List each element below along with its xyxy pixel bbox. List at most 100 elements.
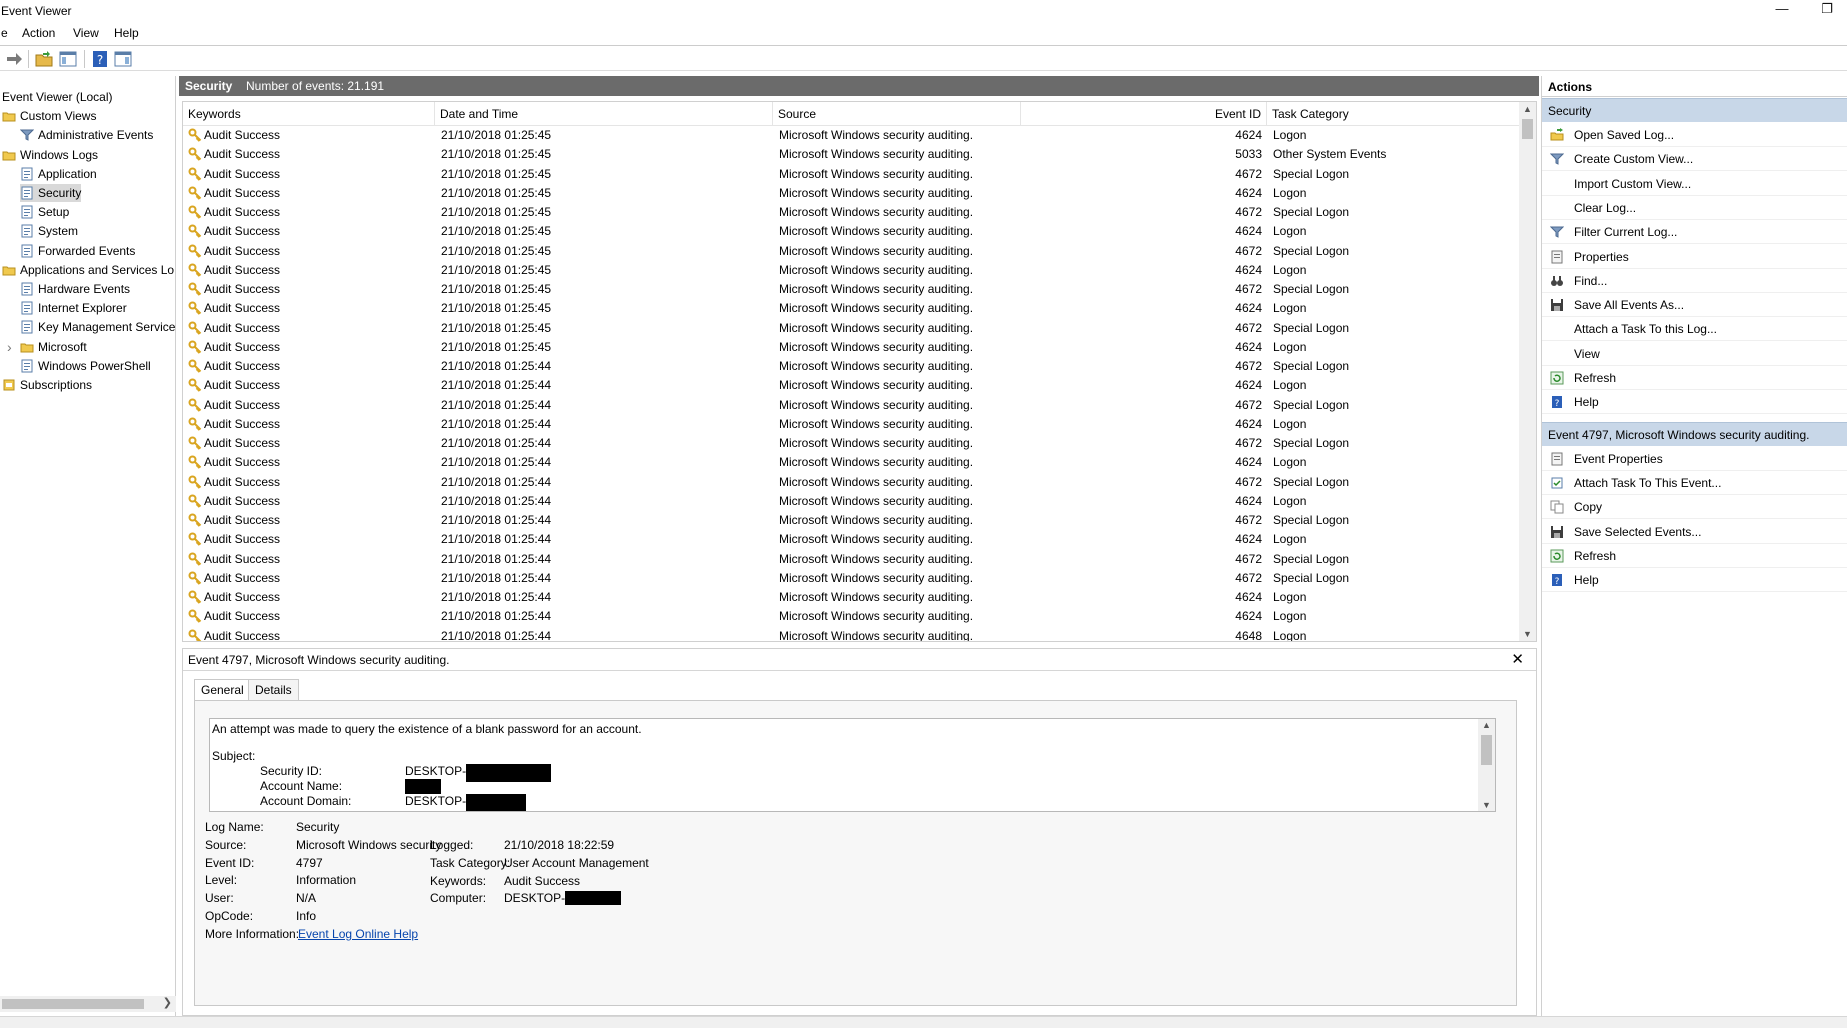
event-row[interactable]: Audit Success 21/10/2018 01:25:45 Microsof… [183,261,1520,280]
event-row[interactable]: Audit Success 21/10/2018 01:25:44 Microsof… [183,473,1520,492]
restore-button[interactable]: ❐ [1807,1,1847,21]
tree-item-microsoft[interactable]: › Microsoft [7,338,87,356]
action-copy[interactable]: Copy [1542,495,1847,520]
action-clear-log[interactable]: Clear Log... [1542,196,1847,220]
action-properties[interactable]: Properties [1542,245,1847,269]
column-keywords[interactable]: Keywords [183,102,435,126]
action-save-selected-events[interactable]: Save Selected Events... [1542,520,1847,544]
tree-item-event-viewer-local[interactable]: Event Viewer (Local) [2,88,113,106]
event-row[interactable]: Audit Success 21/10/2018 01:25:44 Microsof… [183,357,1520,376]
action-view[interactable]: View [1542,342,1847,366]
event-row[interactable]: Audit Success 21/10/2018 01:25:44 Microsof… [183,396,1520,415]
event-row[interactable]: Audit Success 21/10/2018 01:25:44 Microsof… [183,569,1520,588]
column-event-id[interactable]: Event ID [1021,102,1267,126]
scroll-down-icon[interactable]: ▼ [1482,800,1491,810]
menu-help[interactable]: Help [114,26,139,40]
action-import-custom-view[interactable]: Import Custom View... [1542,172,1847,196]
tree-item-subscriptions[interactable]: Subscriptions [2,376,92,394]
action-event-properties[interactable]: Event Properties [1542,447,1847,471]
tab-details[interactable]: Details [248,679,299,701]
event-row[interactable]: Audit Success 21/10/2018 01:25:45 Microsof… [183,338,1520,357]
event-row[interactable]: Audit Success 21/10/2018 01:25:44 Microsof… [183,492,1520,511]
action-filter-current-log[interactable]: Filter Current Log... [1542,220,1847,245]
event-row[interactable]: Audit Success 21/10/2018 01:25:44 Microsof… [183,627,1520,641]
event-list-scrollbar[interactable]: ▲ ▼ [1519,102,1536,641]
event-row[interactable]: Audit Success 21/10/2018 01:25:45 Microsof… [183,184,1520,203]
scroll-down-icon[interactable]: ▼ [1523,629,1532,639]
scrollbar-thumb[interactable] [1522,119,1533,139]
show-hide-tree-icon[interactable] [58,49,78,69]
tree-item-forwarded-events[interactable]: Forwarded Events [20,242,135,260]
action-create-custom-view[interactable]: Create Custom View... [1542,147,1847,172]
close-icon[interactable]: ✕ [1511,650,1524,668]
event-log-online-help-link[interactable]: Event Log Online Help [298,927,418,941]
event-row[interactable]: Audit Success 21/10/2018 01:25:44 Microsof… [183,453,1520,472]
action-help[interactable]: ? Help [1542,568,1847,593]
cell-date-time-text: 21/10/2018 01:25:45 [441,185,552,200]
event-row[interactable]: Audit Success 21/10/2018 01:25:45 Microsof… [183,126,1520,145]
actions-section-header[interactable]: Security [1542,98,1847,122]
action-refresh[interactable]: Refresh [1542,544,1847,568]
menu-file[interactable]: e [1,26,8,40]
scrollbar-thumb[interactable] [1481,735,1492,765]
event-row[interactable]: Audit Success 21/10/2018 01:25:45 Microsof… [183,203,1520,222]
event-row[interactable]: Audit Success 21/10/2018 01:25:44 Microsof… [183,550,1520,569]
action-help[interactable]: ? Help [1542,390,1847,415]
tree-item-application[interactable]: Application [20,165,97,183]
minimize-button[interactable]: — [1762,1,1802,21]
event-row[interactable]: Audit Success 21/10/2018 01:25:45 Microsof… [183,165,1520,184]
tree-horizontal-scrollbar[interactable]: ❯ [0,996,176,1012]
tree-item-hardware-events[interactable]: Hardware Events [20,280,130,298]
event-row[interactable]: Audit Success 21/10/2018 01:25:44 Microsof… [183,511,1520,530]
event-row[interactable]: Audit Success 21/10/2018 01:25:44 Microsof… [183,434,1520,453]
scroll-right-icon[interactable]: ❯ [163,996,172,1009]
event-row[interactable]: Audit Success 21/10/2018 01:25:44 Microsof… [183,530,1520,549]
column-source[interactable]: Source [773,102,1021,126]
scroll-up-icon[interactable]: ▲ [1523,104,1532,114]
cell-task-category: Logon [1273,494,1513,508]
action-attach-a-task-to-this-log[interactable]: Attach a Task To this Log... [1542,317,1847,342]
menu-action[interactable]: Action [22,26,55,40]
scrollbar-thumb[interactable] [2,999,144,1009]
action-refresh[interactable]: Refresh [1542,366,1847,390]
description-scrollbar[interactable]: ▲ ▼ [1478,719,1495,811]
event-row[interactable]: Audit Success 21/10/2018 01:25:45 Microsof… [183,242,1520,261]
event-row[interactable]: Audit Success 21/10/2018 01:25:45 Microsof… [183,145,1520,164]
tree-item-internet-explorer[interactable]: Internet Explorer [20,299,127,317]
event-row[interactable]: Audit Success 21/10/2018 01:25:45 Microsof… [183,222,1520,241]
event-row[interactable]: Audit Success 21/10/2018 01:25:45 Microsof… [183,280,1520,299]
scroll-up-icon[interactable]: ▲ [1482,720,1491,730]
column-date-time[interactable]: Date and Time [435,102,773,126]
event-description[interactable]: An attempt was made to query the existen… [209,718,1496,812]
forward-arrow-icon[interactable] [4,49,24,69]
expand-chevron-icon[interactable]: › [7,338,12,356]
tree-item-key-management-service[interactable]: Key Management Service [20,318,175,336]
event-row[interactable]: Audit Success 21/10/2018 01:25:44 Microsof… [183,415,1520,434]
tree-item-custom-views[interactable]: Custom Views [2,107,96,125]
event-row[interactable]: Audit Success 21/10/2018 01:25:44 Microsof… [183,588,1520,607]
tree-item-applications-and-services-lo[interactable]: Applications and Services Lo [2,261,174,279]
actions-section-header[interactable]: Event 4797, Microsoft Windows security a… [1542,421,1847,446]
action-find[interactable]: Find... [1542,269,1847,293]
show-hide-action-pane-icon[interactable] [113,49,133,69]
tree-item-administrative-events[interactable]: Administrative Events [20,126,153,144]
tree-item-security[interactable]: Security [20,184,82,202]
cell-keywords: Audit Success [188,571,428,585]
tree-item-setup[interactable]: Setup [20,203,69,221]
column-task-category[interactable]: Task Category [1267,102,1520,126]
cell-keywords: Audit Success [188,552,428,566]
event-row[interactable]: Audit Success 21/10/2018 01:25:44 Microsof… [183,607,1520,626]
tree-item-system[interactable]: System [20,222,78,240]
tab-general[interactable]: General [194,679,251,702]
tree-item-windows-logs[interactable]: Windows Logs [2,146,98,164]
event-row[interactable]: Audit Success 21/10/2018 01:25:45 Microsof… [183,299,1520,318]
event-row[interactable]: Audit Success 21/10/2018 01:25:45 Microsof… [183,319,1520,338]
action-attach-task-to-this-event[interactable]: Attach Task To This Event... [1542,471,1847,495]
action-save-all-events-as[interactable]: Save All Events As... [1542,293,1847,318]
event-row[interactable]: Audit Success 21/10/2018 01:25:44 Microsof… [183,376,1520,395]
menu-view[interactable]: View [73,26,99,40]
open-folder-icon[interactable] [34,49,54,69]
help-icon[interactable]: ? [90,49,110,69]
action-open-saved-log[interactable]: Open Saved Log... [1542,123,1847,147]
tree-item-windows-powershell[interactable]: Windows PowerShell [20,357,151,375]
